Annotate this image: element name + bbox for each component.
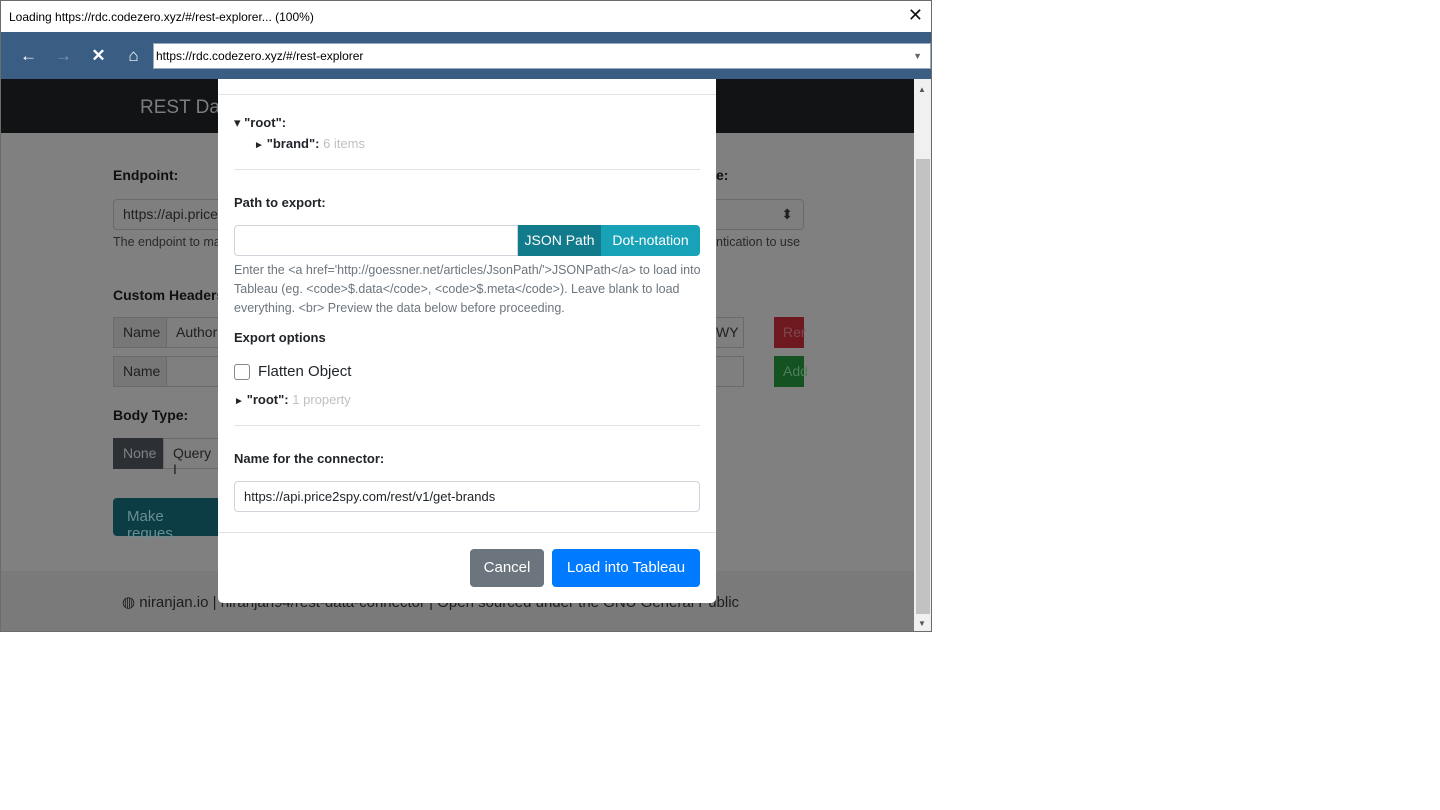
footer-globe-icon: ◍: [122, 594, 140, 611]
url-text: https://rdc.codezero.xyz/#/rest-explorer: [156, 48, 364, 63]
header-value-tail[interactable]: WY: [715, 317, 744, 348]
preview-tree-root[interactable]: ► "root": 1 property: [234, 392, 351, 407]
window-title: Loading https://rdc.codezero.xyz/#/rest-…: [9, 9, 314, 24]
divider: [218, 532, 716, 533]
collapsed-triangle-icon: ►: [254, 140, 267, 151]
path-help-text: Enter the <a href='http://goessner.net/a…: [234, 263, 701, 315]
nav-bar: ← → ✕ ⌂ https://rdc.codezero.xyz/#/rest-…: [1, 32, 931, 79]
body-none-button[interactable]: None: [113, 438, 164, 469]
back-icon[interactable]: ←: [11, 46, 46, 66]
json-path-button[interactable]: JSON Path: [518, 225, 601, 256]
home-icon[interactable]: ⌂: [116, 46, 151, 66]
json-tree-brand[interactable]: ► "brand": 6 items: [254, 136, 365, 151]
body-type-label: Body Type:: [113, 407, 189, 423]
json-tree-root[interactable]: ▾ "root":: [234, 115, 286, 131]
make-request-button[interactable]: Make reques: [113, 498, 224, 542]
cancel-button[interactable]: Cancel: [470, 549, 544, 587]
divider: [218, 94, 716, 95]
add-header-button[interactable]: Add: [774, 356, 808, 387]
connector-name-label: Name for the connector:: [234, 451, 385, 466]
endpoint-help: The endpoint to ma: [113, 235, 221, 249]
flatten-label[interactable]: Flatten Object: [258, 363, 351, 380]
scroll-up-icon[interactable]: ▲: [918, 85, 926, 94]
title-bar: Loading https://rdc.codezero.xyz/#/rest-…: [1, 1, 931, 32]
address-bar[interactable]: https://rdc.codezero.xyz/#/rest-explorer…: [153, 42, 931, 69]
path-input[interactable]: [234, 225, 518, 256]
collapsed-triangle-icon: ►: [234, 396, 247, 407]
app-title: REST Da: [140, 97, 220, 118]
custom-headers-label: Custom Headers: [113, 287, 225, 303]
path-label: Path to export:: [234, 195, 326, 210]
auth-help: ntication to use: [716, 235, 801, 249]
new-header-input[interactable]: [166, 356, 224, 387]
scroll-thumb[interactable]: [916, 159, 930, 614]
stop-icon[interactable]: ✕: [81, 46, 116, 66]
new-header-value[interactable]: [715, 356, 744, 387]
flatten-checkbox[interactable]: [234, 364, 250, 380]
divider: [234, 169, 700, 170]
auth-select[interactable]: ⬍: [715, 199, 804, 230]
scroll-down-icon[interactable]: ▼: [918, 619, 926, 628]
export-modal: ▾ "root": ► "brand": 6 items Path to exp…: [218, 79, 716, 603]
close-icon[interactable]: ✕: [908, 5, 923, 26]
endpoint-label: Endpoint:: [113, 167, 179, 183]
header-name-label-2: Name: [113, 356, 167, 387]
scrollbar[interactable]: ▲ ▼: [914, 79, 931, 631]
dropdown-icon[interactable]: ▼: [913, 51, 922, 61]
header-value-input[interactable]: Author: [166, 317, 224, 348]
remove-header-button[interactable]: Rer: [774, 317, 806, 348]
dot-notation-button[interactable]: Dot-notation: [601, 225, 700, 256]
forward-icon[interactable]: →: [46, 46, 81, 66]
connector-name-input[interactable]: https://api.price2spy.com/rest/v1/get-br…: [234, 481, 700, 512]
auth-label: e:: [716, 167, 729, 183]
expanded-triangle-icon: ▾: [234, 115, 245, 130]
load-into-tableau-button[interactable]: Load into Tableau: [552, 549, 700, 587]
endpoint-input[interactable]: https://api.price: [113, 199, 223, 230]
header-name-label: Name: [113, 317, 167, 348]
browser-window: Loading https://rdc.codezero.xyz/#/rest-…: [0, 0, 932, 632]
body-query-button[interactable]: Query I: [163, 438, 224, 477]
export-options-label: Export options: [234, 330, 326, 345]
divider: [234, 425, 700, 426]
